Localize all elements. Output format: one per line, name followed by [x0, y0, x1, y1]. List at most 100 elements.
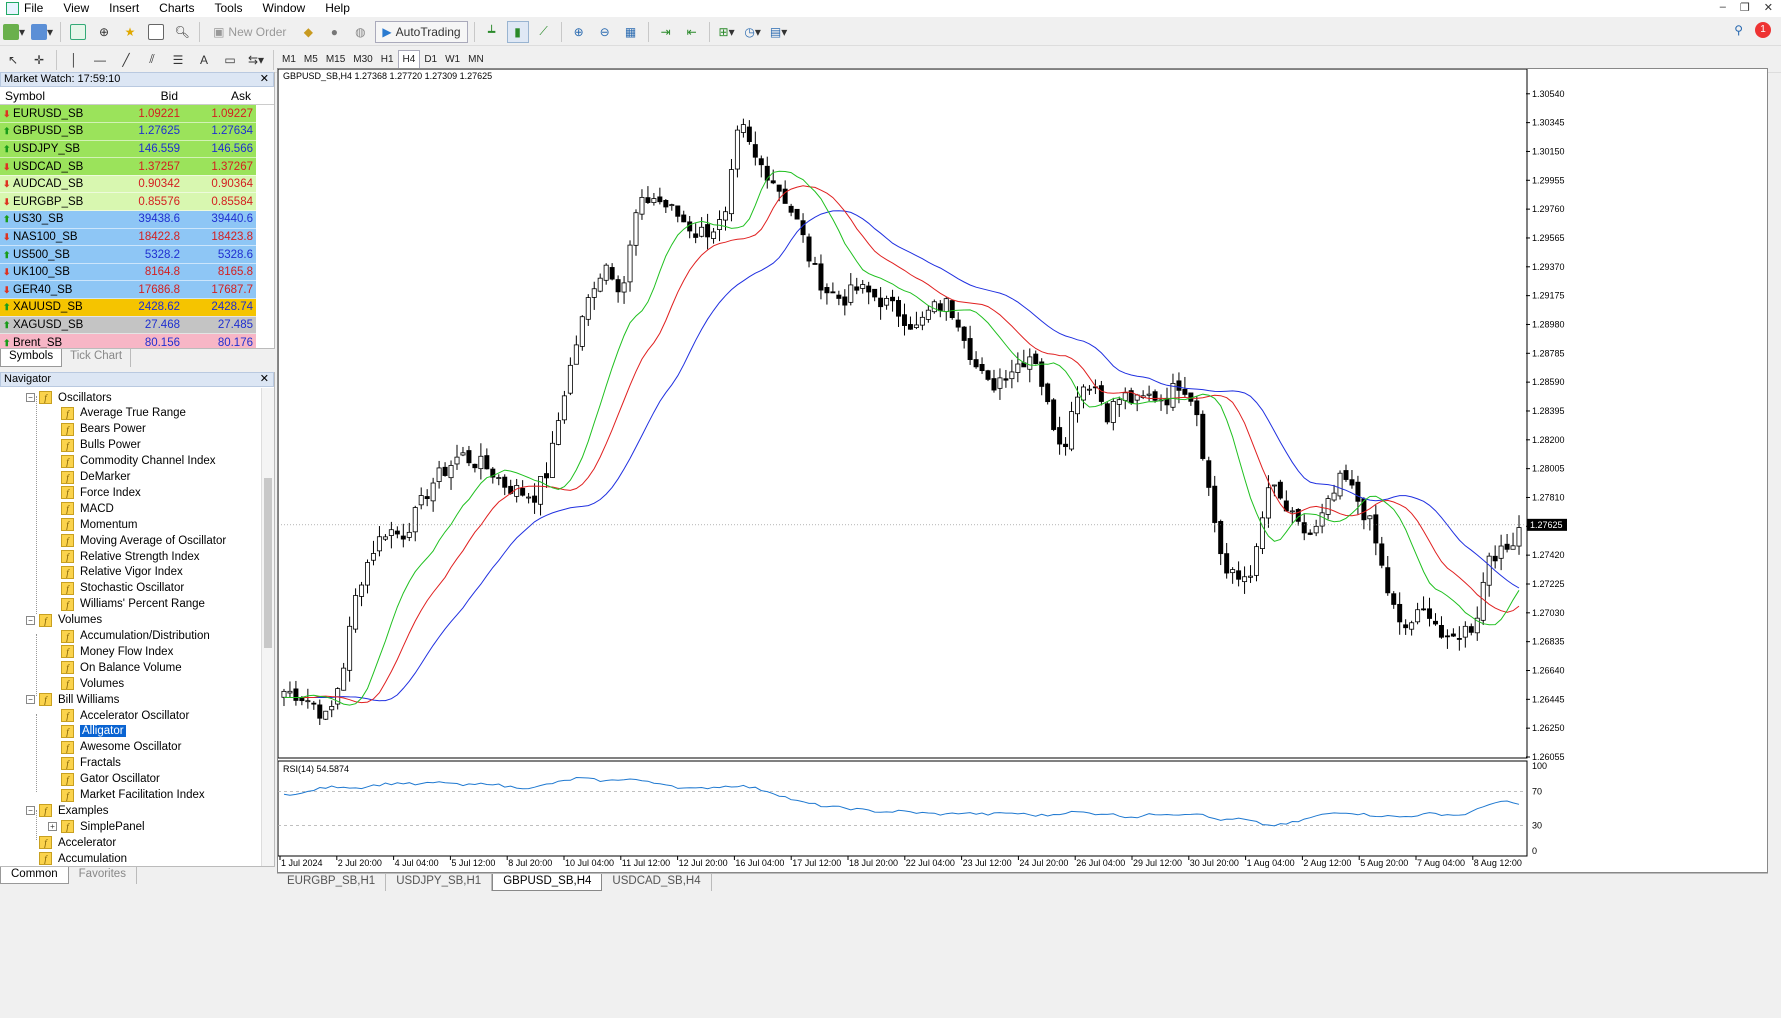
navigator-item[interactable]: f Relative Strength Index	[48, 549, 200, 564]
templates-button[interactable]: ▤ ▾	[768, 21, 790, 43]
market-watch-row[interactable]: ⬇ AUDCAD_SB 0.90342 0.90364	[0, 175, 256, 194]
navigator-scrollbar[interactable]	[261, 388, 274, 866]
navigator-item[interactable]: f Alligator	[48, 724, 126, 739]
market-watch-row[interactable]: ⬆ US30_SB 39438.6 39440.6	[0, 210, 256, 229]
navigator-item[interactable]: f Accumulation/Distribution	[48, 629, 210, 644]
market-watch-row[interactable]: ⬆ GBPUSD_SB 1.27625 1.27634	[0, 122, 256, 141]
timeframe-h1[interactable]: H1	[377, 50, 398, 70]
collapse-icon[interactable]: −	[26, 615, 35, 625]
collapse-icon[interactable]: −	[26, 806, 35, 816]
timeframe-m30[interactable]: M30	[349, 50, 376, 70]
chart-tab[interactable]: USDJPY_SB,H1	[386, 874, 493, 891]
navigator-item[interactable]: f Market Facilitation Index	[48, 788, 205, 803]
signals-button[interactable]: ●	[323, 21, 345, 43]
col-ask[interactable]: Ask	[183, 89, 256, 103]
vertical-line-button[interactable]: │	[63, 49, 85, 71]
navigator-item[interactable]: f Money Flow Index	[48, 644, 173, 659]
navigator-item[interactable]: + f SimplePanel	[48, 819, 145, 834]
navigator-item[interactable]: f Williams' Percent Range	[48, 597, 205, 612]
timeframe-d1[interactable]: D1	[420, 50, 441, 70]
close-icon[interactable]: ✕	[1764, 1, 1773, 14]
navigator-item[interactable]: − f Oscillators	[26, 390, 112, 405]
bar-chart-button[interactable]: ┷	[481, 21, 503, 43]
tester-toggle[interactable]: 🔍︎	[171, 21, 193, 43]
timeframe-mn[interactable]: MN	[464, 50, 488, 70]
channel-button[interactable]: ⫽	[141, 49, 163, 71]
tab-tick-chart[interactable]: Tick Chart	[62, 349, 132, 367]
label-button[interactable]: ▭	[219, 49, 241, 71]
navigator-item[interactable]: f Accumulation	[26, 851, 127, 866]
menu-charts[interactable]: Charts	[149, 0, 204, 17]
zoom-in-button[interactable]: ⊕	[568, 21, 590, 43]
periods-button[interactable]: ◷ ▾	[742, 21, 764, 43]
menu-tools[interactable]: Tools	[205, 0, 253, 17]
vps-button[interactable]: ◍	[349, 21, 371, 43]
profiles-button[interactable]: ▾	[30, 21, 54, 43]
shapes-button[interactable]: ⇆ ▾	[245, 49, 267, 71]
trendline-button[interactable]: ╱	[115, 49, 137, 71]
navigator-item[interactable]: f On Balance Volume	[48, 660, 182, 675]
candlestick-button[interactable]: ▮	[506, 20, 529, 43]
navigator-item[interactable]: f Gator Oscillator	[48, 772, 160, 787]
new-chart-button[interactable]: ▾	[2, 21, 26, 43]
tab-symbols[interactable]: Symbols	[0, 349, 63, 367]
navigator-item[interactable]: f Force Index	[48, 485, 141, 500]
navigator-item[interactable]: f Relative Vigor Index	[48, 565, 183, 580]
menu-window[interactable]: Window	[253, 0, 316, 17]
new-order-button[interactable]: ▣ New Order	[206, 21, 293, 43]
market-watch-row[interactable]: ⬆ USDJPY_SB 146.559 146.566	[0, 140, 256, 159]
chart-canvas[interactable]: 1.30540 1.30345 1.30150 1.29955 1.29760 1.295…	[278, 69, 1769, 874]
navigator-item[interactable]: f Commodity Channel Index	[48, 454, 216, 469]
market-watch-row[interactable]: ⬆ XAGUSD_SB 27.468 27.485	[0, 316, 256, 335]
tab-favorites[interactable]: Favorites	[69, 867, 137, 884]
market-watch-row[interactable]: ⬇ NAS100_SB 18422.8 18423.8	[0, 228, 256, 247]
zoom-out-button[interactable]: ⊖	[594, 21, 616, 43]
menu-help[interactable]: Help	[315, 0, 360, 17]
navigator-item[interactable]: f Awesome Oscillator	[48, 740, 181, 755]
navigator-item[interactable]: − f Volumes	[26, 613, 102, 628]
navigator-item[interactable]: − f Bill Williams	[26, 692, 119, 707]
close-icon[interactable]: ✕	[260, 373, 269, 386]
timeframe-h4[interactable]: H4	[397, 49, 421, 70]
data-window-toggle[interactable]: ⊕	[93, 21, 115, 43]
market-watch-row[interactable]: ⬇ UK100_SB 8164.8 8165.8	[0, 263, 256, 282]
expand-icon[interactable]: +	[48, 822, 57, 832]
terminal-toggle[interactable]	[145, 21, 167, 43]
crosshair-button[interactable]: ✛	[28, 49, 50, 71]
navigator-item[interactable]: − f Examples	[26, 803, 109, 818]
cursor-button[interactable]: ↖	[2, 49, 24, 71]
market-watch-row[interactable]: ⬇ EURGBP_SB 0.85576 0.85584	[0, 192, 256, 212]
line-chart-button[interactable]: ⟋	[533, 21, 555, 43]
chart-window[interactable]: 1.30540 1.30345 1.30150 1.29955 1.29760 1.295…	[277, 68, 1768, 873]
market-watch-row[interactable]: ⬆ US500_SB 5328.2 5328.6	[0, 245, 256, 264]
timeframe-m15[interactable]: M15	[322, 50, 349, 70]
navigator-item[interactable]: f MACD	[48, 501, 114, 516]
col-bid[interactable]: Bid	[110, 89, 183, 103]
menu-insert[interactable]: Insert	[99, 0, 149, 17]
autoscroll-button[interactable]: ⇥	[655, 21, 677, 43]
market-watch-toggle[interactable]	[67, 21, 89, 43]
market-watch-row[interactable]: ⬇ USDCAD_SB 1.37257 1.37267	[0, 157, 256, 176]
navigator-item[interactable]: f Fractals	[48, 756, 121, 771]
chart-tab[interactable]: EURGBP_SB,H1	[277, 874, 387, 891]
chart-tab[interactable]: GBPUSD_SB,H4	[492, 874, 603, 891]
collapse-icon[interactable]: −	[26, 393, 35, 402]
scroll-thumb[interactable]	[264, 478, 272, 648]
auto-trading-button[interactable]: ▶ AutoTrading	[375, 20, 468, 43]
timeframe-m1[interactable]: M1	[278, 50, 300, 70]
text-button[interactable]: A	[193, 49, 215, 71]
navigator-item[interactable]: f DeMarker	[48, 470, 130, 485]
navigator-item[interactable]: f Volumes	[48, 676, 124, 691]
col-symbol[interactable]: Symbol	[0, 89, 110, 103]
navigator-item[interactable]: f Accelerator Oscillator	[48, 708, 189, 723]
market-watch-row[interactable]: ⬇ GER40_SB 17686.8 17687.7	[0, 280, 256, 300]
navigator-item[interactable]: f Accelerator	[26, 835, 116, 850]
collapse-icon[interactable]: −	[26, 695, 35, 705]
navigator-item[interactable]: f Momentum	[48, 517, 138, 532]
close-icon[interactable]: ✕	[260, 73, 269, 86]
minimize-icon[interactable]: –	[1720, 1, 1726, 14]
navigator-item[interactable]: f Bulls Power	[48, 438, 141, 453]
timeframe-w1[interactable]: W1	[441, 50, 464, 70]
navigator-item[interactable]: f Bears Power	[48, 422, 146, 437]
market-watch-row[interactable]: ⬆ XAUUSD_SB 2428.62 2428.74	[0, 298, 256, 317]
